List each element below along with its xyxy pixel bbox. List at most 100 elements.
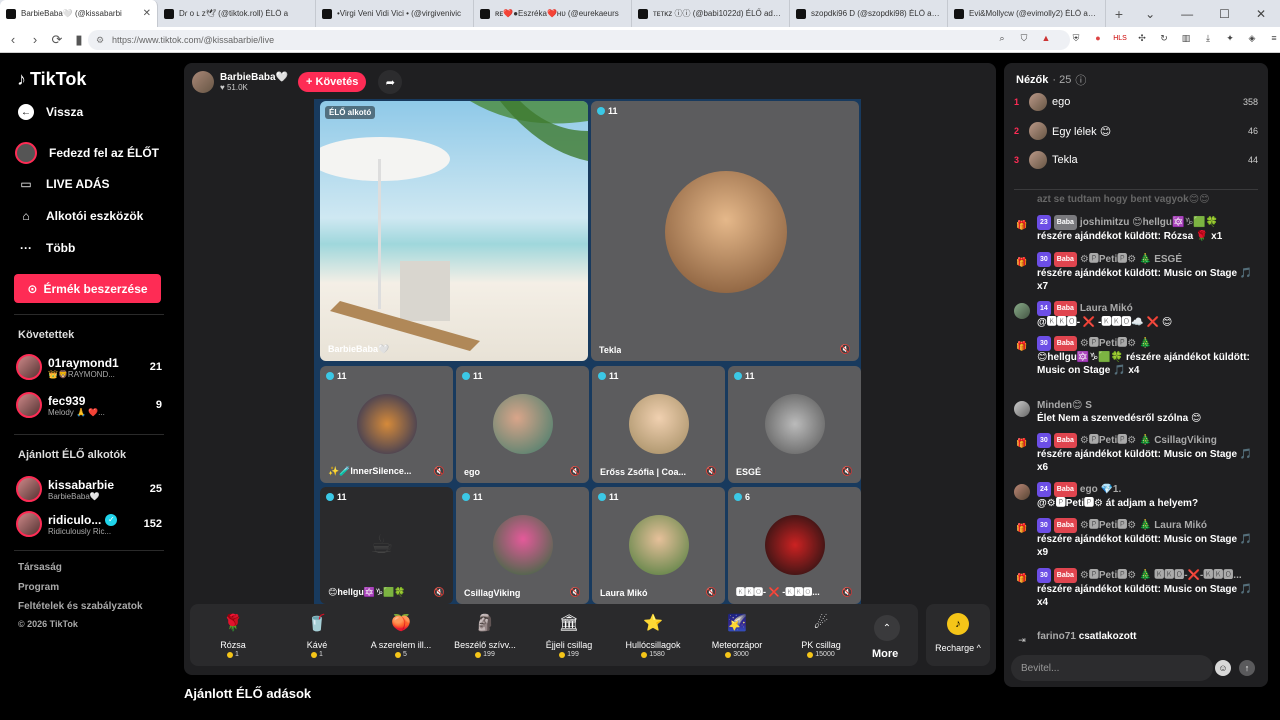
chat-input[interactable]: Bevitel...	[1011, 655, 1213, 681]
browser-tab[interactable]: •Virgi Veni Vidi Vici • (@virgivenivic	[316, 0, 474, 27]
site-info-icon[interactable]: ⚙	[96, 35, 104, 46]
url-field[interactable]: ⚙ https://www.tiktok.com/@kissabarbie/liv…	[88, 30, 1070, 50]
alert-triangle-icon[interactable]: ▲	[1039, 31, 1053, 45]
guest-tile[interactable]: 6 🅺🅺🅾- ❌ -🅺🅺🅾... 🔇	[728, 487, 861, 604]
guest-tile[interactable]: 11 Laura Mikó 🔇	[592, 487, 725, 604]
browser-tab[interactable]: Dɾ o ʟ z🕊 (@tiktok.roll) ÉLŐ a	[158, 0, 316, 27]
muted-mic-icon: 🔇	[705, 587, 717, 597]
guest-tile[interactable]: 11 CsillagViking 🔇	[456, 487, 589, 604]
nav-more[interactable]: ··· Több	[18, 240, 75, 256]
guest-tile[interactable]: 11 Tekla 🔇	[591, 101, 859, 361]
guest-tile[interactable]: 11 Erőss Zsófia | Coa... 🔇	[592, 366, 725, 483]
gift-item[interactable]: 🌠 Meteorzápor 3000	[694, 610, 780, 658]
muted-mic-icon: 🔇	[839, 344, 851, 354]
bookmark-icon[interactable]: ▮	[68, 32, 90, 48]
coffee-icon: 🥤	[307, 615, 327, 632]
back-icon[interactable]: ‹	[2, 32, 24, 47]
tiktok-logo[interactable]: ♪ TikTok	[17, 69, 86, 90]
recommended-account[interactable]: kissabarbie BarbieBaba🤍 25	[16, 473, 162, 505]
host-video-tile[interactable]: ÉLŐ alkotó BarbieBaba🤍	[320, 101, 588, 361]
verified-icon: ✓	[105, 513, 118, 526]
footer-link-company[interactable]: Társaság	[18, 562, 62, 573]
host-avatar[interactable]	[192, 71, 214, 93]
gift-item[interactable]: ⭐ Hullócsillagok 1580	[610, 610, 696, 658]
refresh-ext-icon[interactable]: ↻	[1157, 31, 1171, 45]
download-icon[interactable]: ⤓	[1201, 31, 1215, 45]
badge-icon	[326, 493, 334, 501]
address-bar-row: ‹ › ⟳ ▮ ⚙ https://www.tiktok.com/@kissaba…	[0, 27, 1280, 53]
maximize-icon[interactable]: ☐	[1219, 7, 1230, 21]
browser-tab[interactable]: ʀᴇ❤️●Eszréka❤️ʜᴜ (@eurekaeurs	[474, 0, 632, 27]
guest-avatar	[493, 515, 553, 575]
footer-link-program[interactable]: Program	[18, 582, 59, 593]
emoji-icon[interactable]: ☺	[1215, 660, 1231, 676]
suggested-lives-title: Ajánlott ÉLŐ adások	[184, 686, 312, 701]
guest-tile[interactable]: 11 ✨🧪InnerSilence... 🔇	[320, 366, 453, 483]
more-label[interactable]: More	[872, 648, 898, 660]
account-name: 01raymond1	[48, 355, 119, 370]
guest-tile[interactable]: 11 ☕ 😊hellgu🔯♑🟩🍀 🔇	[320, 487, 453, 604]
gift-item[interactable]: 🥤 Kávé 1	[274, 610, 360, 658]
reload-icon[interactable]: ⟳	[46, 32, 68, 48]
chat-message: 🎁 23 Baba joshimitzu 😊hellgu🔯♑🟩🍀 részére ajá…	[1014, 215, 1258, 243]
color-extension-icon[interactable]: ●	[1091, 31, 1105, 45]
shield-icon[interactable]: ⛉	[1017, 31, 1031, 45]
sidebar-icon[interactable]: ▥	[1179, 31, 1193, 45]
arrow-left-icon: ←	[18, 104, 34, 120]
new-tab-button[interactable]: +	[1106, 0, 1132, 27]
nav-live-broadcast[interactable]: ▭ LIVE ADÁS	[18, 176, 109, 192]
shield-extension-icon[interactable]: ⛨	[1069, 31, 1083, 45]
puzzle-icon[interactable]: ✣	[1135, 31, 1149, 45]
tiktok-favicon-icon	[6, 8, 16, 19]
footer-link-terms[interactable]: Feltételek és szabályzatok	[18, 601, 143, 612]
guest-tile[interactable]: 11 ESGÉ 🔇	[728, 366, 861, 483]
info-icon[interactable]: ⓘ	[1075, 72, 1086, 88]
gift-item[interactable]: 🗿 Beszélő szívv... 199	[442, 610, 528, 658]
gift-item[interactable]: ☄ PK csillag 15000	[778, 610, 864, 658]
recommended-account[interactable]: ridiculo... ✓ Ridiculously Ric... 152	[16, 508, 162, 540]
forward-icon[interactable]: ›	[24, 32, 46, 47]
browser-tab[interactable]: BarbieBaba🤍 (@kissabarbi ✕	[0, 0, 158, 27]
browser-tab[interactable]: ᴛᴇᴛᴋᴢ ⓘⓘ (@babi1022d) ÉLŐ adásb	[632, 0, 790, 27]
gift-item[interactable]: 🍑 A szerelem ill... 5	[358, 610, 444, 658]
get-coins-button[interactable]: ⊙ Érmék beszerzése	[14, 274, 161, 303]
top-viewer-row[interactable]: 3 Tekla 44	[1014, 149, 1258, 171]
host-name[interactable]: BarbieBaba🤍	[220, 72, 288, 83]
minimize-icon[interactable]: —	[1181, 7, 1193, 21]
divider	[1014, 189, 1258, 190]
follow-button[interactable]: + Követés	[298, 72, 367, 92]
hls-extension-icon[interactable]: HLS	[1113, 31, 1127, 45]
tab-search-icon[interactable]: ⌄	[1145, 7, 1155, 21]
recharge-button[interactable]: ♪ Recharge ^	[926, 604, 990, 666]
beach-scene	[320, 101, 588, 351]
gift-item[interactable]: 🏛 Éjjeli csillag 199	[526, 610, 612, 658]
guest-avatar	[765, 515, 825, 575]
zoom-icon[interactable]: ⌕	[995, 31, 1009, 45]
close-window-icon[interactable]: ✕	[1256, 7, 1266, 21]
send-icon[interactable]: ↑	[1239, 660, 1255, 676]
following-account[interactable]: 01raymond1 👑🦁RAYMOND... 21	[16, 351, 162, 383]
coffee-cup-icon: ☕	[370, 529, 394, 559]
browser-tab[interactable]: szopdki96 D (@szopdki98) ÉLŐ adás	[790, 0, 948, 27]
nav-creator-tools[interactable]: ⌂ Alkotói eszközök	[18, 208, 143, 224]
account-subtitle: Melody 🙏 ❤️...	[48, 407, 105, 417]
tile-name: Erőss Zsófia | Coa...	[600, 467, 687, 477]
nav-explore-live[interactable]: Fedezd fel az ÉLŐT	[15, 142, 159, 164]
guest-badge: 11	[462, 371, 483, 381]
top-viewer-row[interactable]: 1 ego 358	[1014, 91, 1258, 113]
guest-tile[interactable]: 11 ego 🔇	[456, 366, 589, 483]
gift-item[interactable]: 🌹 Rózsa 1	[190, 610, 276, 658]
following-account[interactable]: fec939 Melody 🙏 ❤️... 9	[16, 389, 162, 421]
viewer-count: 21	[149, 361, 162, 373]
badge-icon	[734, 493, 742, 501]
more-gifts-button[interactable]: ⌃	[874, 615, 900, 641]
top-viewer-row[interactable]: 2 Egy lélek 😊 46	[1014, 120, 1258, 142]
rose-icon: 🌹	[223, 615, 243, 632]
close-tab-icon[interactable]: ✕	[143, 8, 151, 19]
browser-tab[interactable]: Evi&Mollycw (@evimolly2) ÉLŐ adás	[948, 0, 1106, 27]
sparkle-icon[interactable]: ✦	[1223, 31, 1237, 45]
back-link[interactable]: ← Vissza	[18, 104, 83, 120]
vpn-icon[interactable]: ◈	[1245, 31, 1259, 45]
share-icon[interactable]: ➦	[378, 70, 403, 94]
menu-icon[interactable]: ≡	[1267, 31, 1280, 45]
